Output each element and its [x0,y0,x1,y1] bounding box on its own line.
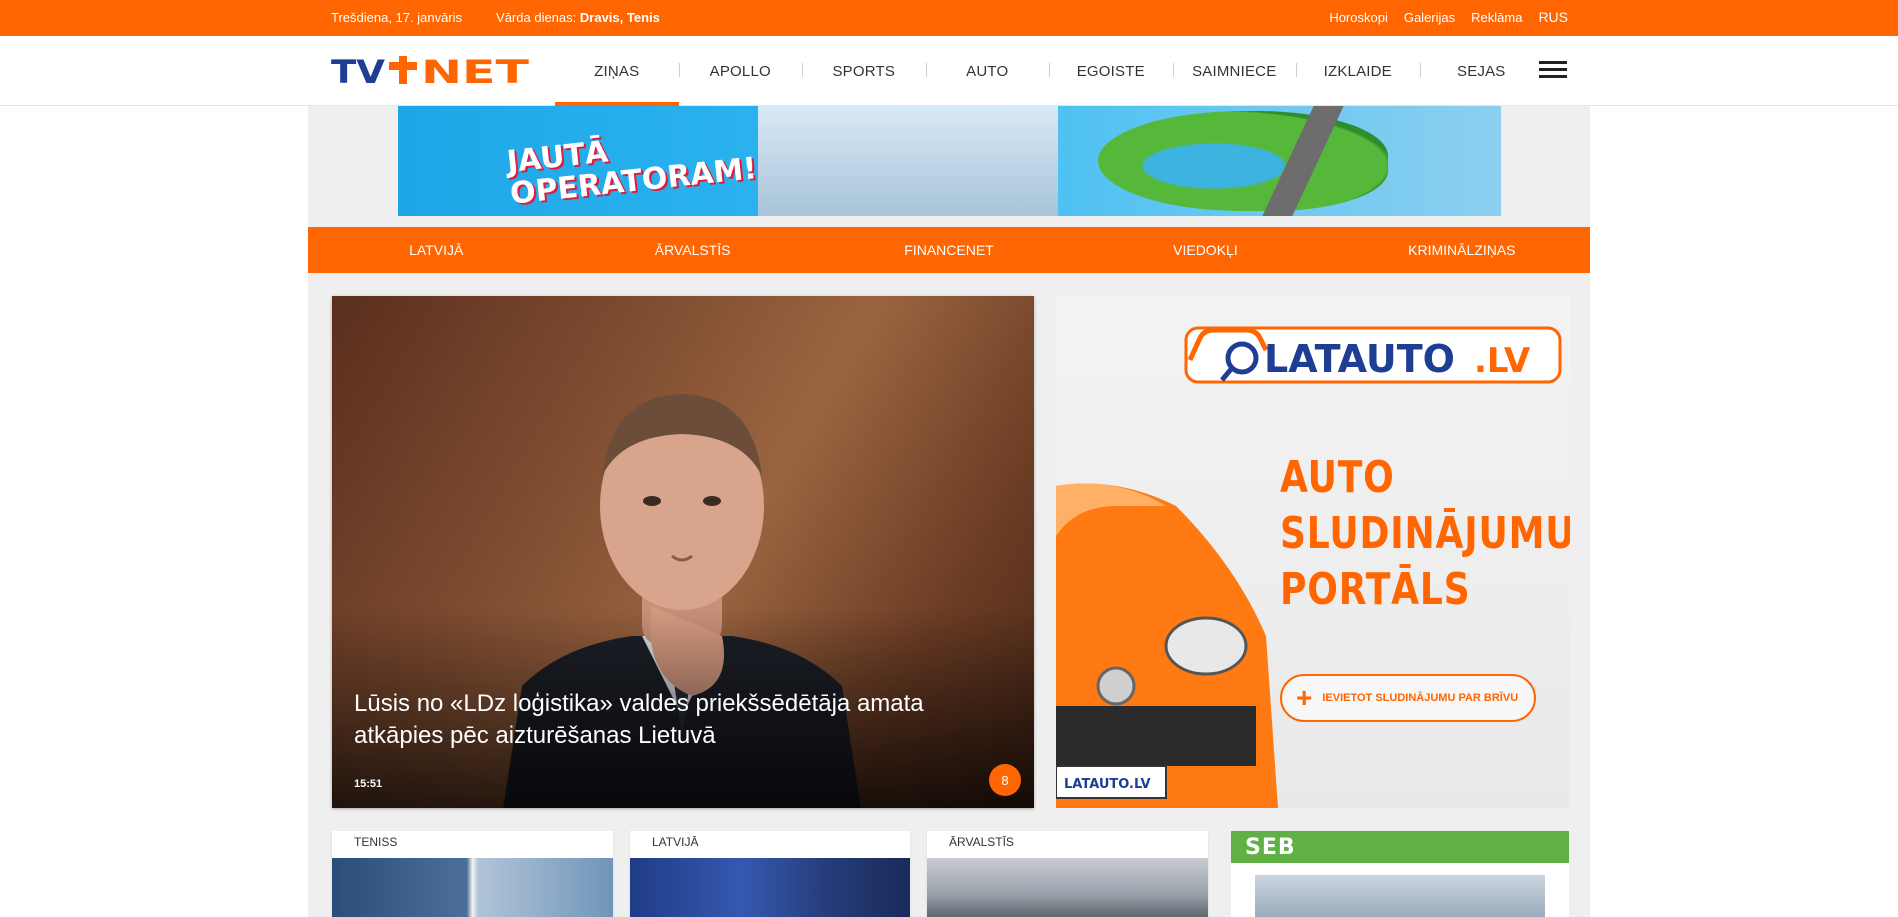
link-horoscopes[interactable]: Horoskopi [1329,10,1388,25]
link-advertising[interactable]: Reklāma [1471,10,1522,25]
top-bar-links: Horoskopi Galerijas Reklāma RUS [1329,9,1568,25]
card-category[interactable]: ĀRVALSTĪS [949,835,1014,849]
nav-auto[interactable]: AUTO [925,36,1050,106]
main-header: TV NET ZIŅAS APOLLO SPORTS AUTO EGOISTE … [0,36,1898,106]
card-image [927,858,1208,917]
latauto-cta-label: IEVIETOT SLUDINĀJUMU PAR BRĪVU [1322,692,1519,704]
main-navigation: ZIŅAS APOLLO SPORTS AUTO EGOISTE SAIMNIE… [555,36,1543,106]
nav-apollo[interactable]: APOLLO [678,36,803,106]
card-category[interactable]: LATVIJĀ [652,835,698,849]
article-card-teniss[interactable]: TENISS [332,831,613,917]
section-viedokli[interactable]: VIEDOKĻI [1077,227,1333,273]
latauto-cta-button[interactable]: + IEVIETOT SLUDINĀJUMU PAR BRĪVU [1280,674,1536,722]
nav-saimniece[interactable]: SAIMNIECE [1172,36,1297,106]
section-arvalstis[interactable]: ĀRVALSTĪS [564,227,820,273]
section-kriminalzinas[interactable]: KRIMINĀLZIŅAS [1334,227,1590,273]
hero-time: 15:51 [354,778,383,790]
site-logo[interactable]: TV NET [331,54,531,88]
hero-article[interactable]: Lūsis no «LDz loģistika» valdes priekšsē… [332,296,1034,808]
name-days: Vārda dienas: Dravis, Tenis [496,10,660,25]
banner-people-image [758,106,1058,216]
svg-text:NET: NET [421,54,529,88]
article-card-latvija[interactable]: LATVIJĀ [630,831,910,917]
seb-ad[interactable]: SEB [1231,831,1569,917]
banner-island-image [1098,111,1388,211]
name-days-label: Vārda dienas: [496,10,577,25]
seb-logo: SEB [1245,835,1296,860]
section-latvija[interactable]: LATVIJĀ [308,227,564,273]
nav-egoiste[interactable]: EGOISTE [1049,36,1173,106]
nav-zinas[interactable]: ZIŅAS [555,36,679,106]
card-image [630,858,910,917]
svg-text:.LV: .LV [1474,341,1531,381]
svg-text:TV: TV [331,54,385,88]
car-image: LATAUTO.LV [1056,483,1278,808]
latauto-ad[interactable]: LATAUTO .LV AUTO SLUDINĀJUMU PORTĀLS LAT… [1056,296,1570,808]
seb-image [1255,875,1545,917]
banner-text: JAUTĀ OPERATORAM! [505,134,759,212]
top-bar-info: Trešdiena, 17. janvāris Vārda dienas: Dr… [331,10,660,25]
svg-text:LATAUTO.LV: LATAUTO.LV [1064,777,1151,792]
latauto-headline: AUTO SLUDINĀJUMU PORTĀLS [1280,452,1570,615]
card-image [332,858,613,917]
plus-icon: + [1296,682,1313,713]
article-card-arvalstis[interactable]: ĀRVALSTĪS [927,831,1208,917]
name-days-names: Dravis, Tenis [579,10,660,25]
top-bar: Trešdiena, 17. janvāris Vārda dienas: Dr… [0,0,1898,36]
language-switch[interactable]: RUS [1538,9,1568,25]
section-navigation: LATVIJĀ ĀRVALSTĪS FINANCENET VIEDOKĻI KR… [308,227,1590,273]
svg-text:LATAUTO: LATAUTO [1264,337,1455,381]
nav-sports[interactable]: SPORTS [802,36,926,106]
seb-header: SEB [1231,831,1569,863]
hero-title[interactable]: Lūsis no «LDz loģistika» valdes priekšsē… [354,688,974,752]
nav-sejas[interactable]: SEJAS [1419,36,1544,106]
menu-icon[interactable] [1539,61,1567,81]
banner-ad[interactable]: JAUTĀ OPERATORAM! [398,106,1501,216]
comment-count-badge[interactable]: 8 [989,764,1021,796]
card-category[interactable]: TENISS [354,835,397,849]
link-galleries[interactable]: Galerijas [1404,10,1455,25]
nav-izklaide[interactable]: IZKLAIDE [1296,36,1420,106]
current-date: Trešdiena, 17. janvāris [331,10,463,25]
section-financenet[interactable]: FINANCENET [821,227,1077,273]
latauto-logo: LATAUTO .LV [1184,326,1562,384]
